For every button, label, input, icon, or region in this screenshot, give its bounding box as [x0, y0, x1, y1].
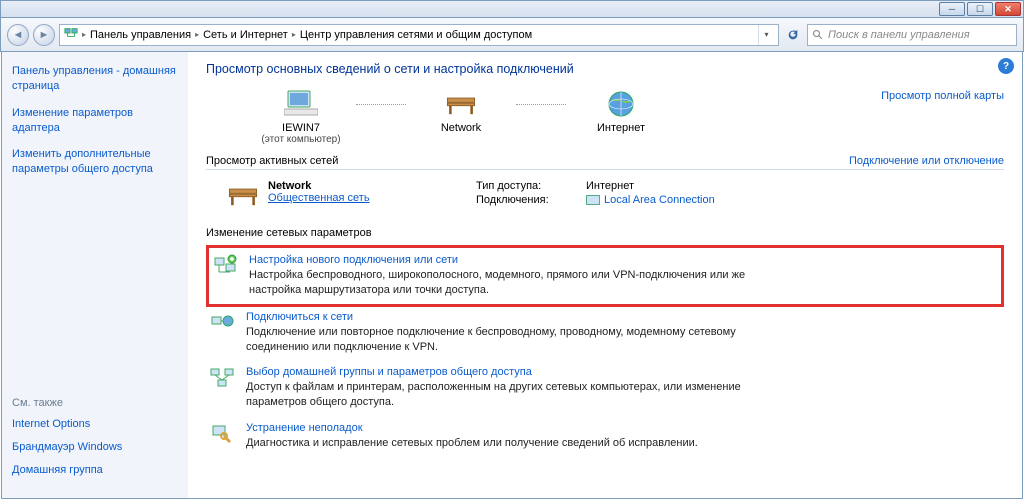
task-desc: Доступ к файлам и принтерам, расположенн… — [246, 380, 786, 410]
view-full-map-link[interactable]: Просмотр полной карты — [881, 90, 1004, 149]
task-connect-to-network[interactable]: Подключиться к сети Подключение или повт… — [206, 307, 1004, 363]
connect-network-icon — [208, 311, 236, 355]
chevron-right-icon: ▸ — [195, 30, 199, 39]
network-type-link[interactable]: Общественная сеть — [268, 192, 370, 204]
search-icon — [812, 29, 824, 41]
search-placeholder: Поиск в панели управления — [828, 29, 970, 41]
sidebar: Панель управления - домашняя страница Из… — [2, 52, 188, 498]
access-type-value: Интернет — [586, 180, 634, 192]
task-desc: Диагностика и исправление сетевых пробле… — [246, 436, 698, 451]
active-network-row: Network Общественная сеть Тип доступа: И… — [206, 174, 1004, 223]
minimize-icon: ─ — [949, 4, 955, 14]
setup-connection-icon — [211, 254, 239, 298]
connect-disconnect-link[interactable]: Подключение или отключение — [849, 155, 1004, 167]
breadcrumb-network-internet[interactable]: Сеть и Интернет — [203, 29, 288, 41]
sidebar-homegroup[interactable]: Домашняя группа — [12, 463, 178, 478]
close-icon: ✕ — [1004, 4, 1012, 15]
computer-icon — [246, 86, 356, 122]
node-internet: Интернет — [566, 86, 676, 134]
refresh-button[interactable] — [783, 25, 803, 45]
task-title: Подключиться к сети — [246, 311, 786, 323]
globe-icon — [566, 86, 676, 122]
task-title: Настройка нового подключения или сети — [249, 254, 789, 266]
network-map: IEWIN7 (этот компьютер) Network Интернет — [246, 86, 676, 145]
access-type-label: Тип доступа: — [476, 180, 586, 192]
close-button[interactable]: ✕ — [995, 2, 1021, 16]
window-title-bar: ─ ☐ ✕ — [0, 0, 1024, 18]
network-center-icon — [64, 26, 78, 43]
address-bar[interactable]: ▸ Панель управления ▸ Сеть и Интернет ▸ … — [59, 24, 779, 46]
arrow-right-icon: ► — [39, 29, 50, 41]
homegroup-icon — [208, 366, 236, 410]
help-icon: ? — [1003, 61, 1009, 72]
node-internet-label: Интернет — [566, 122, 676, 134]
connections-label: Подключения: — [476, 194, 586, 206]
breadcrumb-network-center[interactable]: Центр управления сетями и общим доступом — [300, 29, 532, 41]
node-this-computer-sub: (этот компьютер) — [246, 134, 356, 145]
breadcrumb-control-panel[interactable]: Панель управления — [90, 29, 191, 41]
address-dropdown[interactable]: ▾ — [758, 25, 774, 45]
chevron-right-icon: ▸ — [82, 30, 86, 39]
connection-line — [516, 104, 566, 105]
change-settings-header: Изменение сетевых параметров — [206, 227, 1004, 239]
node-network: Network — [406, 86, 516, 134]
sidebar-change-adapter-settings[interactable]: Изменение параметров адаптера — [12, 106, 178, 136]
node-network-label: Network — [406, 122, 516, 134]
connection-link[interactable]: Local Area Connection — [604, 194, 715, 206]
public-network-icon — [226, 180, 260, 213]
connection-line — [356, 104, 406, 105]
sidebar-advanced-sharing[interactable]: Изменить дополнительные параметры общего… — [12, 147, 178, 177]
page-title: Просмотр основных сведений о сети и наст… — [206, 62, 1004, 76]
active-networks-header: Просмотр активных сетей Подключение или … — [206, 155, 1004, 170]
sidebar-windows-firewall[interactable]: Брандмауэр Windows — [12, 440, 178, 455]
arrow-left-icon: ◄ — [13, 29, 24, 41]
search-input[interactable]: Поиск в панели управления — [807, 24, 1017, 46]
task-homegroup-sharing[interactable]: Выбор домашней группы и параметров общег… — [206, 362, 1004, 418]
troubleshoot-icon — [208, 422, 236, 451]
node-this-computer: IEWIN7 (этот компьютер) — [246, 86, 356, 145]
forward-button[interactable]: ► — [33, 24, 55, 46]
maximize-button[interactable]: ☐ — [967, 2, 993, 16]
toolbar: ◄ ► ▸ Панель управления ▸ Сеть и Интерне… — [0, 18, 1024, 52]
minimize-button[interactable]: ─ — [939, 2, 965, 16]
task-desc: Подключение или повторное подключение к … — [246, 325, 786, 355]
sidebar-internet-options[interactable]: Internet Options — [12, 417, 178, 432]
active-networks-label: Просмотр активных сетей — [206, 155, 338, 167]
refresh-icon — [786, 28, 800, 42]
task-setup-new-connection[interactable]: Настройка нового подключения или сети На… — [206, 245, 1004, 307]
main-area: Панель управления - домашняя страница Из… — [1, 52, 1023, 499]
bench-icon — [406, 86, 516, 122]
task-desc: Настройка беспроводного, широкополосного… — [249, 268, 789, 298]
task-title: Выбор домашней группы и параметров общег… — [246, 366, 786, 378]
nic-icon — [586, 195, 600, 205]
content-pane: ? Просмотр основных сведений о сети и на… — [188, 52, 1022, 498]
task-troubleshoot[interactable]: Устранение неполадок Диагностика и испра… — [206, 418, 1004, 459]
maximize-icon: ☐ — [976, 4, 984, 15]
see-also-heading: См. также — [12, 397, 178, 409]
help-button[interactable]: ? — [998, 58, 1014, 74]
chevron-right-icon: ▸ — [292, 30, 296, 39]
network-name: Network — [268, 180, 370, 192]
back-button[interactable]: ◄ — [7, 24, 29, 46]
sidebar-control-panel-home[interactable]: Панель управления - домашняя страница — [12, 64, 178, 94]
task-title: Устранение неполадок — [246, 422, 698, 434]
node-this-computer-label: IEWIN7 — [246, 122, 356, 134]
